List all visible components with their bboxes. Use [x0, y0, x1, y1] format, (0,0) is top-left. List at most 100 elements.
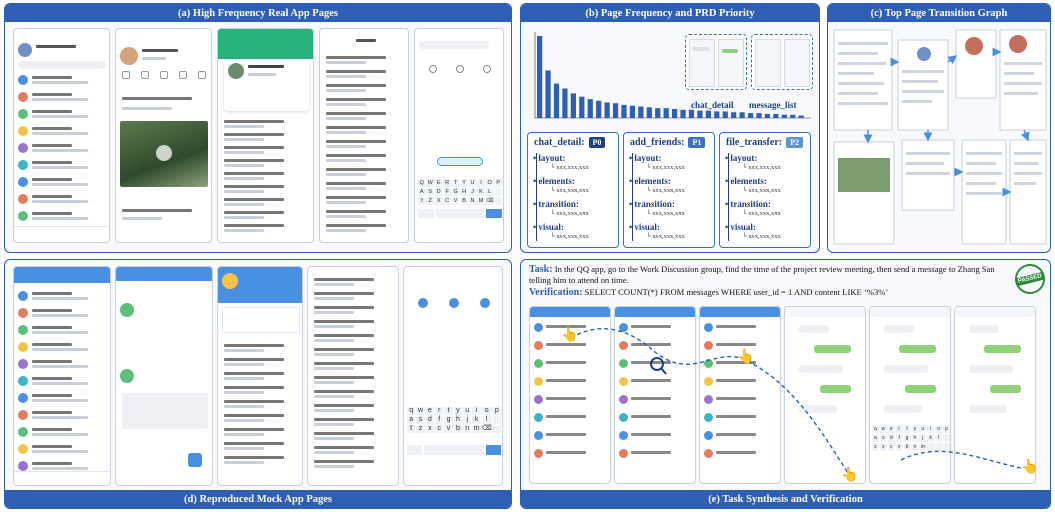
avatar — [619, 431, 628, 440]
bar — [790, 114, 796, 118]
bar — [798, 115, 804, 118]
avatar — [18, 427, 28, 437]
list-item-sub — [326, 229, 366, 232]
avatar — [534, 341, 543, 350]
task-step-screen — [784, 306, 866, 484]
list-item — [314, 418, 374, 421]
chat-bubble — [884, 325, 914, 333]
avatar — [534, 395, 543, 404]
prd-field: • elements: — [629, 176, 671, 186]
real-page-message-list — [13, 28, 110, 243]
prd-page-name: file_transfer: — [726, 137, 783, 148]
prd-field: • transition: — [533, 199, 579, 209]
list-item — [32, 377, 72, 380]
real-page-profile — [217, 28, 314, 243]
bar — [773, 113, 779, 118]
list-item — [32, 76, 72, 79]
list-item — [224, 172, 284, 175]
list-item — [326, 126, 386, 129]
avatar — [534, 431, 543, 440]
list-item — [716, 379, 756, 382]
task-label: Task: — [529, 264, 553, 275]
list-item — [32, 212, 72, 215]
prd-field: • layout: — [533, 153, 566, 163]
avatar — [704, 395, 713, 404]
list-item — [326, 84, 386, 87]
list-item — [546, 379, 586, 382]
keyboard: QWERTYUIOP ASDFGHJKL ⇧ Z X C V B N M ⌫ — [418, 179, 502, 205]
list-item — [32, 428, 72, 431]
prd-field-value: └ xxx,xxx,xxx — [742, 233, 781, 240]
list-item-sub — [32, 98, 88, 101]
list-item — [32, 445, 72, 448]
list-item — [224, 159, 284, 162]
list-item — [546, 415, 586, 418]
panel-d-title: (d) Reproduced Mock App Pages — [5, 490, 511, 508]
avatar — [18, 461, 28, 471]
task-step-screen — [699, 306, 781, 484]
list-item-sub — [32, 166, 88, 169]
bar — [604, 102, 610, 118]
bar — [697, 110, 703, 118]
list-item — [716, 415, 756, 418]
list-item-sub — [224, 229, 264, 232]
list-item — [631, 379, 671, 382]
real-page-feed — [115, 28, 212, 243]
panel-c: (c) Top Page Transition Graph — [827, 3, 1051, 253]
chart-annotation-chat-detail: chat_detail — [691, 100, 734, 110]
prd-card: chat_detail: P0 • layout: └ xxx,xxx,xxx • el… — [527, 132, 619, 248]
avatar — [704, 413, 713, 422]
list-item — [326, 224, 386, 227]
prd-card-title: chat_detail: P0 — [534, 137, 606, 148]
panel-e-title: (e) Task Synthesis and Verification — [521, 490, 1050, 508]
list-item — [326, 196, 386, 199]
avatar — [18, 444, 28, 454]
bar — [545, 70, 551, 118]
list-item-sub — [326, 215, 366, 218]
list-item — [546, 397, 586, 400]
chat-bubble — [984, 345, 1021, 353]
list-item-sub — [224, 138, 264, 141]
list-item-sub — [326, 117, 366, 120]
avatar — [18, 75, 28, 85]
panel-b: (b) Page Frequency and PRD Priority chat… — [520, 3, 820, 253]
avatar — [18, 92, 28, 102]
list-item — [326, 182, 386, 185]
list-item-sub — [314, 423, 354, 426]
list-item-sub — [326, 145, 366, 148]
mock-page-settings — [307, 266, 399, 486]
list-item-sub — [224, 190, 264, 193]
transition-graph — [833, 29, 1047, 245]
list-item-sub — [326, 103, 366, 106]
bar — [596, 100, 602, 118]
list-item-sub — [224, 177, 264, 180]
prd-field: • visual: — [725, 222, 756, 232]
list-item-sub — [326, 75, 366, 78]
list-item-sub — [326, 131, 366, 134]
list-item — [32, 360, 72, 363]
list-item-sub — [314, 451, 354, 454]
prd-field: • visual: — [533, 222, 564, 232]
avatar — [534, 449, 543, 458]
list-item-sub — [314, 395, 354, 398]
list-item — [631, 433, 671, 436]
avatar — [18, 160, 28, 170]
list-item — [224, 133, 284, 136]
list-item-sub — [32, 365, 88, 368]
list-item-sub — [32, 467, 88, 470]
prd-field: • layout: — [629, 153, 662, 163]
list-item — [32, 178, 72, 181]
avatar — [18, 393, 28, 403]
list-item — [32, 110, 72, 113]
list-item — [32, 127, 72, 130]
bar — [680, 109, 686, 118]
prd-field: • transition: — [629, 199, 675, 209]
chat-bubble — [814, 345, 851, 353]
list-item-sub — [224, 461, 264, 464]
prd-field-value: └ xxx,xxx,xxx — [550, 187, 589, 194]
list-item — [32, 411, 72, 414]
bar — [570, 93, 576, 118]
avatar — [619, 449, 628, 458]
chat-bubble — [884, 365, 928, 373]
list-item — [631, 415, 671, 418]
